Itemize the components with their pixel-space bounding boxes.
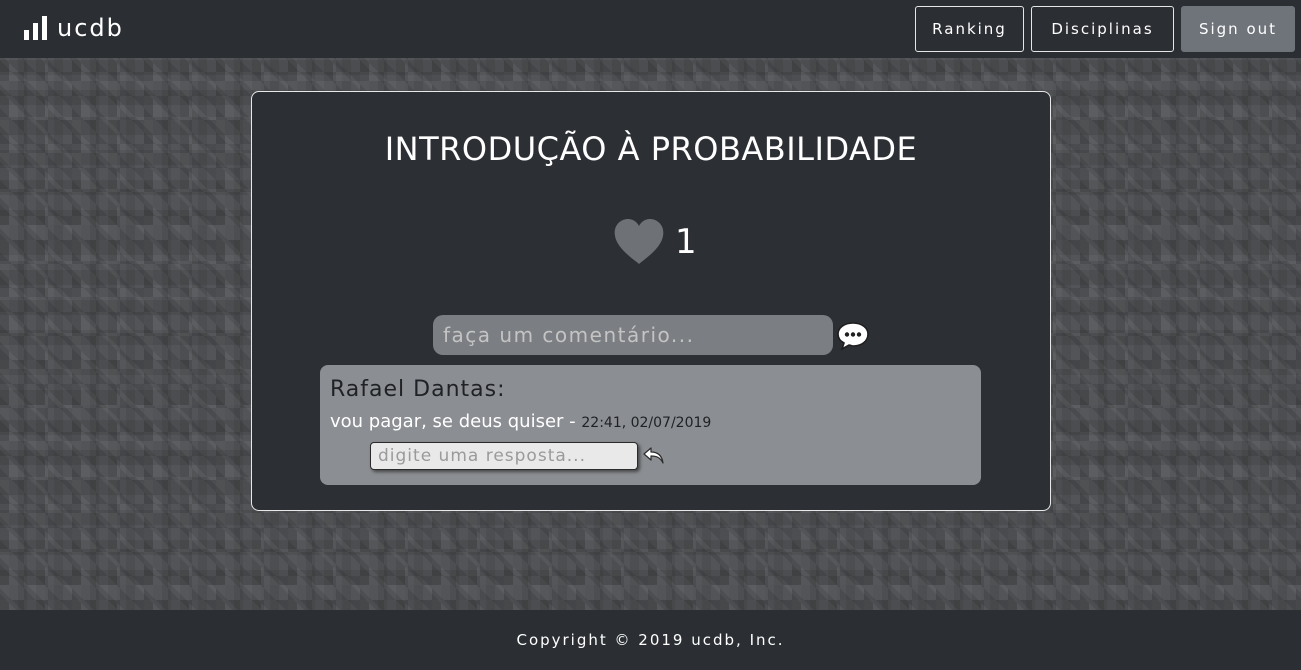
footer: Copyright © 2019 ucdb, Inc. [0, 610, 1301, 670]
like-section: 1 [613, 217, 697, 267]
sign-out-button[interactable]: Sign out [1181, 6, 1295, 52]
speech-bubble-icon[interactable] [836, 321, 870, 351]
comment-input[interactable] [433, 315, 833, 355]
page-title: INTRODUÇÃO À PROBABILIDADE [384, 130, 918, 168]
comment-separator: - [563, 411, 582, 432]
bar-chart-icon [24, 16, 47, 40]
comment-author: Rafael Dantas: [330, 377, 506, 402]
disciplinas-button[interactable]: Disciplinas [1031, 6, 1174, 52]
comment-item: Rafael Dantas: vou pagar, se deus quiser… [320, 365, 981, 485]
navbar: ucdb Ranking Disciplinas Sign out [0, 0, 1301, 58]
subject-card: INTRODUÇÃO À PROBABILIDADE 1 Rafael Dant… [251, 91, 1051, 511]
heart-icon[interactable] [613, 218, 665, 266]
reply-input[interactable] [370, 442, 638, 470]
brand-logo[interactable]: ucdb [24, 11, 124, 45]
like-count: 1 [675, 222, 697, 262]
brand-name: ucdb [57, 14, 124, 42]
comment-text: vou pagar, se deus quiser [330, 411, 564, 432]
ranking-button[interactable]: Ranking [915, 6, 1024, 52]
comment-timestamp: 22:41, 02/07/2019 [581, 415, 712, 431]
copyright-text: Copyright © 2019 ucdb, Inc. [516, 631, 785, 649]
comment-body: vou pagar, se deus quiser - 22:41, 02/07… [330, 411, 711, 432]
reply-arrow-icon[interactable] [642, 445, 666, 467]
